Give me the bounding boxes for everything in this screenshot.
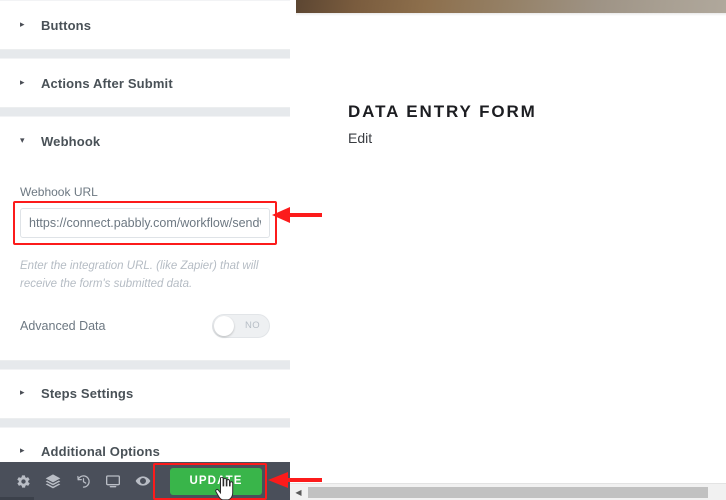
- editor-settings-panel: ▸ Buttons ▸ Actions After Submit ▾ Webho…: [0, 0, 290, 500]
- accordion-header-steps-settings[interactable]: ▸ Steps Settings: [0, 368, 290, 418]
- chevron-down-icon: ▾: [20, 134, 25, 145]
- advanced-data-row: Advanced Data NO: [20, 313, 270, 338]
- update-button-wrapper: UPDATE: [153, 462, 267, 500]
- gear-icon[interactable]: [8, 466, 38, 496]
- section-divider: [0, 418, 290, 427]
- accordion-section-actions-after-submit: ▸ Actions After Submit: [0, 58, 290, 108]
- webhook-settings-body: Webhook URL Enter the integration URL. (…: [0, 165, 290, 360]
- section-divider: [0, 360, 290, 369]
- section-divider: [0, 108, 290, 116]
- chevron-right-icon: ▸: [20, 76, 25, 87]
- accordion-header-buttons[interactable]: ▸ Buttons: [0, 0, 290, 49]
- webhook-url-field-wrapper: [13, 201, 277, 245]
- layers-icon[interactable]: [38, 466, 68, 496]
- advanced-data-toggle[interactable]: NO: [212, 313, 270, 338]
- scroll-left-arrow-icon[interactable]: ◀: [290, 483, 307, 500]
- chevron-right-icon: ▸: [20, 445, 25, 456]
- history-icon[interactable]: [68, 466, 98, 496]
- advanced-data-label: Advanced Data: [20, 318, 106, 333]
- responsive-mode-icon[interactable]: [98, 466, 128, 496]
- accordion-title-webhook: Webhook: [41, 133, 101, 149]
- webhook-url-label: Webhook URL: [20, 185, 98, 199]
- section-divider: [0, 50, 290, 58]
- editor-footer-toolbar: UPDATE: [0, 462, 290, 500]
- chevron-right-icon: ▸: [20, 18, 25, 29]
- scrollbar-thumb[interactable]: [308, 486, 708, 498]
- accordion-title-actions-after-submit: Actions After Submit: [41, 75, 173, 91]
- accordion-section-steps-settings: ▸ Steps Settings: [0, 368, 290, 419]
- form-preview-title: DATA ENTRY FORM: [348, 102, 537, 121]
- accordion-title-steps-settings: Steps Settings: [41, 386, 134, 402]
- accordion-header-actions-after-submit[interactable]: ▸ Actions After Submit: [0, 58, 290, 107]
- update-button[interactable]: UPDATE: [170, 467, 262, 495]
- webhook-url-help-text: Enter the integration URL. (like Zapier)…: [20, 260, 259, 290]
- toggle-state-label: NO: [244, 319, 260, 331]
- accordion-section-buttons: ▸ Buttons: [0, 0, 290, 50]
- form-preview-canvas: DATA ENTRY FORM Edit: [290, 0, 726, 500]
- webhook-url-input[interactable]: [20, 208, 270, 238]
- accordion-title-buttons: Buttons: [41, 17, 92, 33]
- chevron-right-icon: ▸: [20, 387, 25, 398]
- accordion-header-webhook[interactable]: ▾ Webhook: [0, 116, 290, 165]
- accordion-title-additional-options: Additional Options: [41, 444, 160, 460]
- form-edit-link[interactable]: Edit: [348, 130, 372, 146]
- hero-image-strip: [296, 0, 726, 13]
- horizontal-scrollbar[interactable]: ◀: [290, 483, 726, 500]
- toggle-knob: [214, 315, 234, 336]
- eye-icon[interactable]: [128, 466, 158, 496]
- accordion-section-webhook: ▾ Webhook Webhook URL Enter the integrat…: [0, 116, 290, 361]
- hero-image-shadow: [296, 13, 726, 16]
